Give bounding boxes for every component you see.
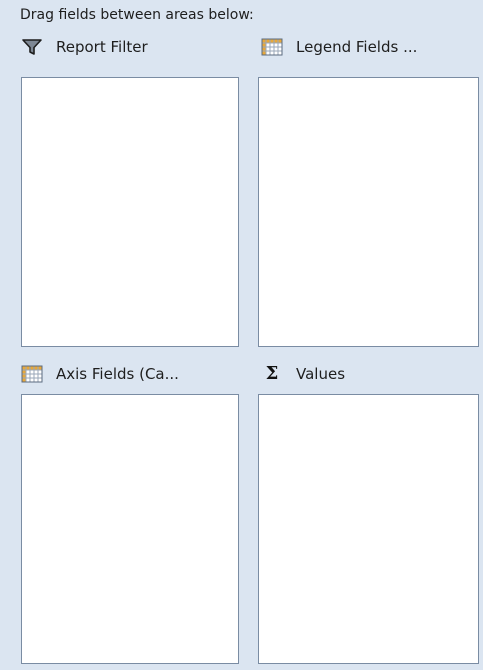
legend-fields-header: Legend Fields ... [260, 34, 417, 60]
instruction-text: Drag fields between areas below: [20, 7, 254, 23]
values-dropzone[interactable] [258, 394, 479, 664]
values-header: Σ Values [260, 361, 345, 387]
filter-icon [20, 36, 44, 58]
pivot-layout-panel: Drag fields between areas below: Report … [0, 0, 483, 670]
report-filter-header: Report Filter [20, 34, 148, 60]
table-grid-icon [260, 36, 284, 58]
axis-fields-header: Axis Fields (Ca... [20, 361, 179, 387]
sigma-icon: Σ [265, 363, 279, 384]
table-grid-icon [20, 363, 44, 385]
axis-fields-dropzone[interactable] [21, 394, 239, 664]
legend-fields-dropzone[interactable] [258, 77, 479, 347]
values-label: Values [296, 365, 346, 383]
legend-fields-label: Legend Fields ... [296, 38, 418, 56]
report-filter-dropzone[interactable] [21, 77, 239, 347]
report-filter-label: Report Filter [56, 38, 148, 56]
axis-fields-label: Axis Fields (Ca... [56, 365, 179, 383]
